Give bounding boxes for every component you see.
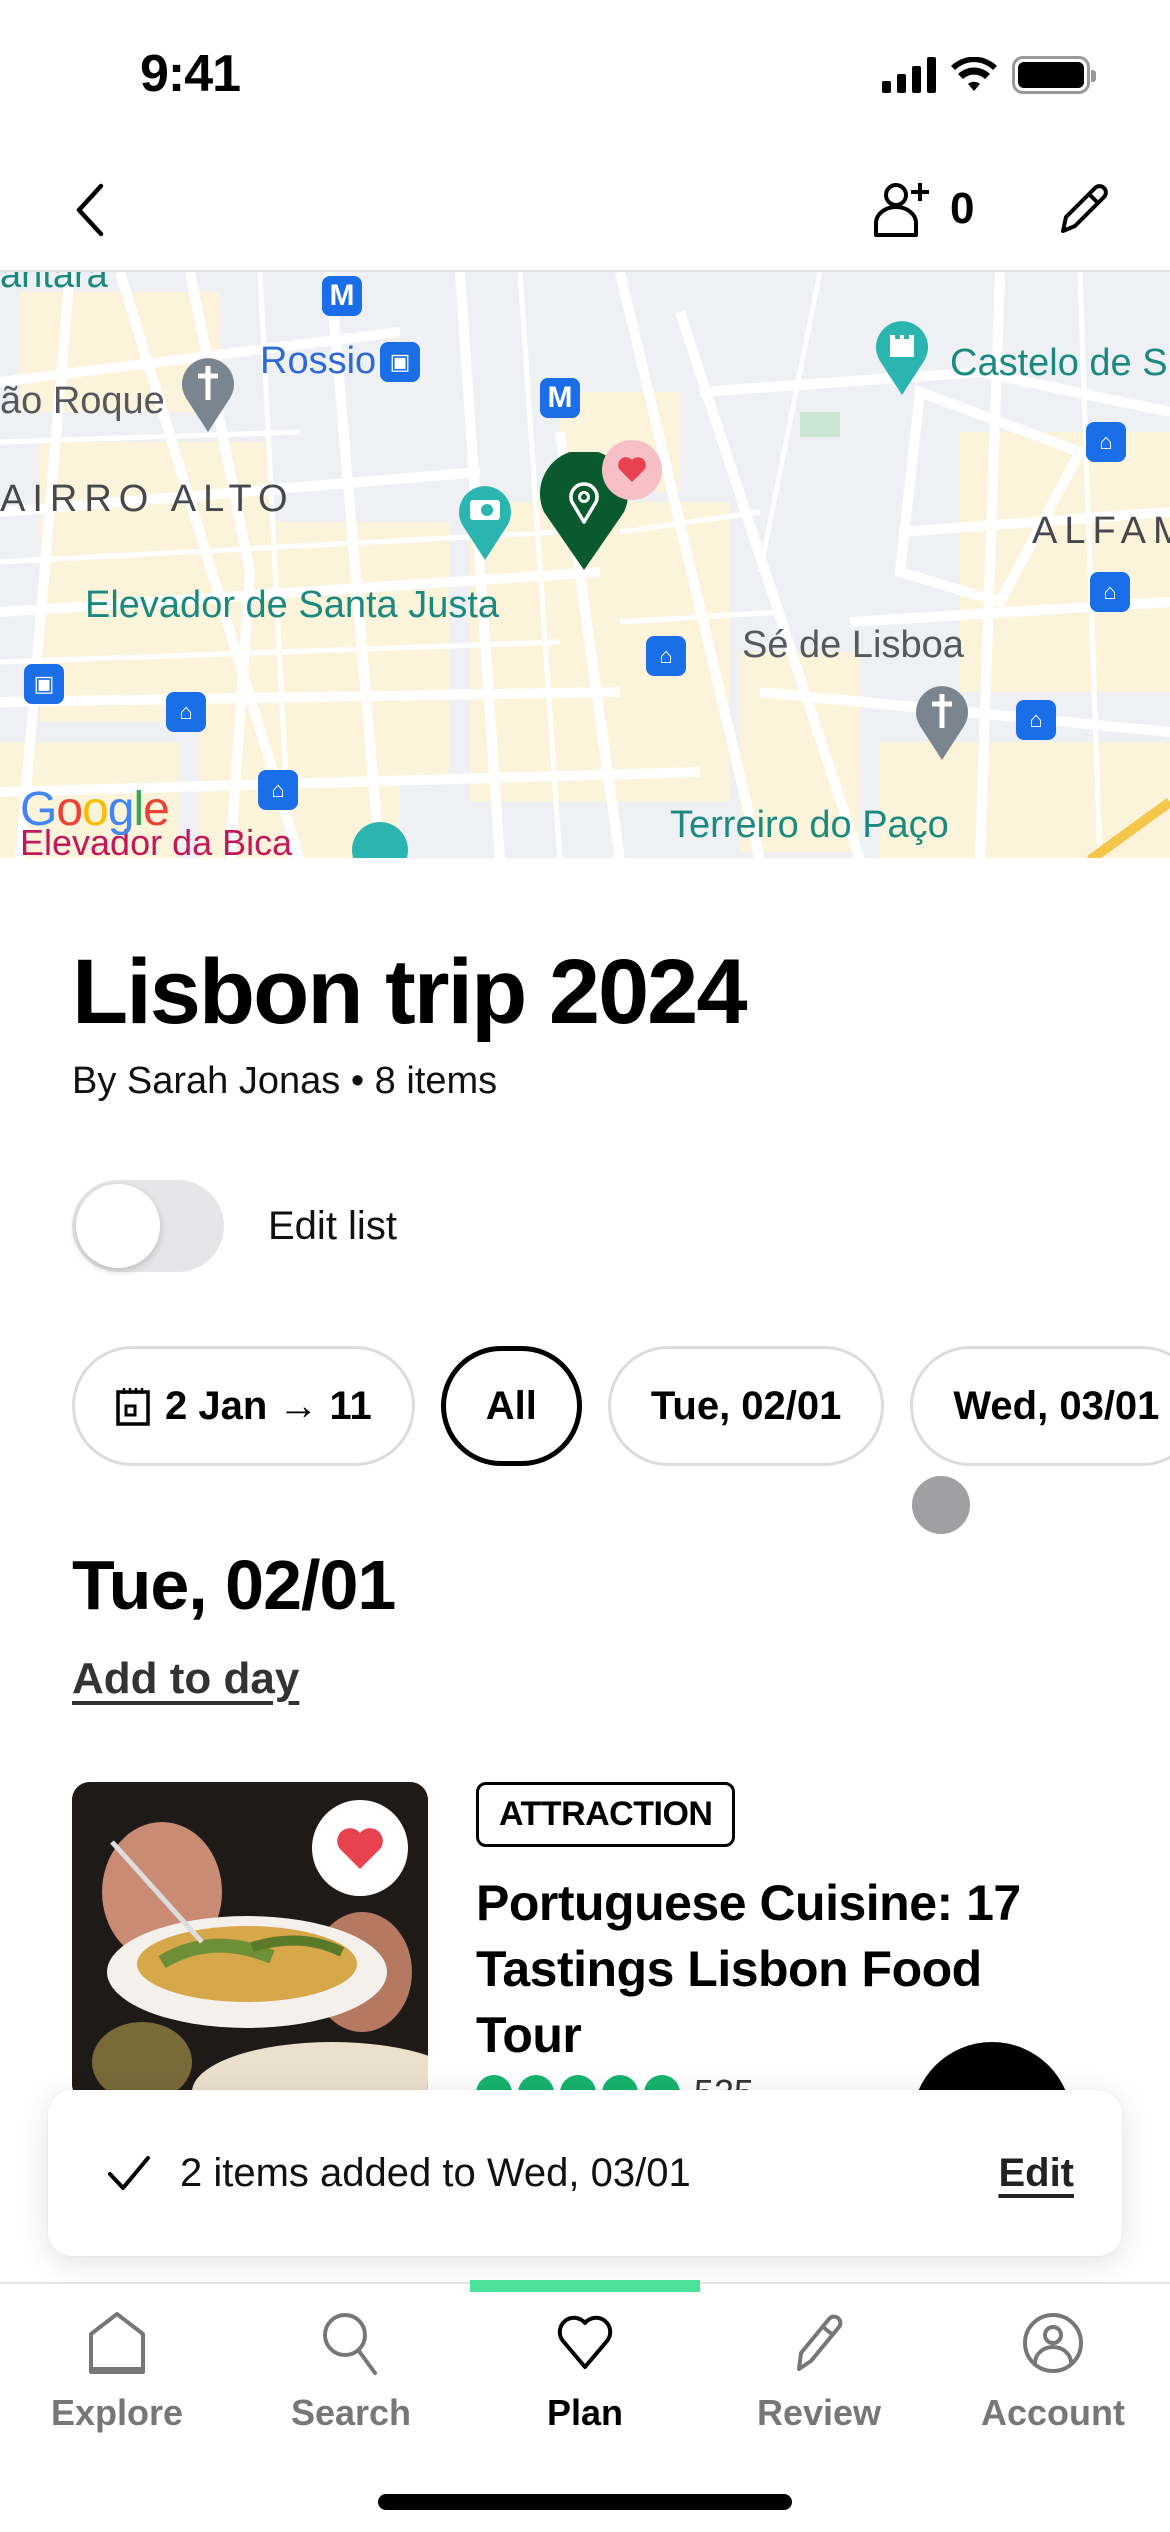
account-icon [1023,2313,1083,2373]
church-pin-icon[interactable] [912,682,972,762]
edit-list-toggle[interactable] [72,1180,224,1272]
status-icons [882,56,1096,94]
tab-account[interactable]: Account [936,2308,1170,2434]
train-icon[interactable]: ▣ [380,342,420,382]
edit-list-row: Edit list [72,1180,397,1272]
chip-label: Tue, 02/01 [650,1383,842,1428]
map-label-alfama: ALFAM [1032,510,1170,552]
collaborator-count: 0 [950,184,975,233]
save-heart-button[interactable] [312,1800,408,1896]
status-time: 9:41 [140,45,241,103]
edit-trip-button[interactable] [1050,176,1116,242]
toast-notification: 2 items added to Wed, 03/01 Edit [48,2090,1122,2256]
list-item[interactable]: ATTRACTION Portuguese Cuisine: 17 Tastin… [72,1782,1112,2113]
active-tab-indicator [470,2280,700,2292]
day-filter-chips: 2 Jan → 11 All Tue, 02/01 Wed, 03/01 [72,1346,1170,1466]
tram-icon[interactable]: ⌂ [1086,422,1126,462]
status-bar: 9:41 [0,0,1170,150]
add-to-day-link[interactable]: Add to day [72,1654,299,1704]
map-label-santa-justa[interactable]: Elevador de Santa Justa [85,584,499,627]
wifi-icon [951,57,997,91]
tab-label: Search [290,2392,412,2433]
tab-search[interactable]: Search [234,2308,468,2434]
tab-plan[interactable]: Plan [468,2308,702,2434]
tab-label: Explore [50,2392,184,2433]
tram-icon[interactable]: ⌂ [1090,572,1130,612]
map-label-terreiro[interactable]: Terreiro do Paço [670,804,949,847]
map[interactable]: antara ão Roque Rossio AIRRO ALTO Elevad… [0,270,1170,858]
tab-label: Plan [546,2392,624,2433]
tram-icon[interactable]: ⌂ [166,692,206,732]
heart-icon [337,1828,383,1869]
calendar-icon [116,1388,150,1426]
item-image[interactable] [72,1782,428,2102]
top-nav: 0 [0,150,1170,270]
map-label-castelo[interactable]: Castelo de S [950,342,1168,385]
camera-pin-icon[interactable] [455,482,515,562]
pencil-icon [797,2314,843,2371]
chip-wed-0301[interactable]: Wed, 03/01 [910,1346,1170,1466]
add-person-icon [874,183,929,237]
church-pin-icon[interactable] [178,354,238,434]
trip-subtitle: By Sarah Jonas • 8 items [72,1060,498,1102]
tram-icon[interactable]: ⌂ [646,636,686,676]
tab-explore[interactable]: Explore [0,2308,234,2434]
battery-icon [1012,56,1096,94]
tab-label: Account [981,2392,1125,2433]
map-label-se-lisboa[interactable]: Sé de Lisboa [742,624,964,667]
tab-label: Review [756,2392,882,2433]
toast-edit-link[interactable]: Edit [998,2151,1074,2196]
checkmark-icon [108,2156,150,2190]
chevron-left-icon [76,183,104,237]
funicular-icon[interactable]: ▣ [24,664,64,704]
edit-list-label: Edit list [268,1203,397,1248]
day-title: Tue, 02/01 [72,1546,396,1624]
toggle-knob [76,1184,160,1268]
search-icon [323,2313,377,2375]
home-icon [89,2312,145,2374]
back-button[interactable] [60,178,120,242]
pencil-icon [1061,184,1108,233]
metro-icon[interactable]: M [540,378,580,418]
metro-icon[interactable]: M [322,276,362,316]
item-title[interactable]: Portuguese Cuisine: 17 Tastings Lisbon F… [476,1870,1076,2068]
chip-tue-0201[interactable]: Tue, 02/01 [607,1346,885,1466]
cellular-signal-icon [882,57,936,93]
tab-review[interactable]: Review [702,2308,936,2434]
add-collaborator-button[interactable]: 0 [870,174,974,244]
category-badge: ATTRACTION [476,1782,736,1847]
heart-icon [557,2315,613,2369]
chip-all[interactable]: All [440,1346,582,1466]
museum-pin-icon[interactable] [350,820,410,858]
tram-icon[interactable]: ⌂ [258,770,298,810]
date-range-chip[interactable]: 2 Jan → 11 [72,1346,415,1466]
date-range-label: 2 Jan → 11 [165,1383,372,1428]
scroll-indicator[interactable] [912,1476,970,1534]
chip-label: All [485,1383,537,1428]
home-indicator[interactable] [378,2494,792,2510]
tram-icon[interactable]: ⌂ [1016,700,1056,740]
map-label-rossio[interactable]: Rossio [260,340,376,383]
map-label-sao-roque[interactable]: ão Roque [0,380,165,423]
saved-heart-badge [602,440,662,500]
map-label-bairro-alto: AIRRO ALTO [0,478,295,520]
map-label-partial: antara [0,270,108,296]
google-attribution: Google [20,783,170,836]
castle-pin-icon[interactable] [872,317,932,397]
toast-message: 2 items added to Wed, 03/01 [180,2150,691,2195]
chip-label: Wed, 03/01 [953,1383,1160,1428]
page-title: Lisbon trip 2024 [72,941,747,1043]
